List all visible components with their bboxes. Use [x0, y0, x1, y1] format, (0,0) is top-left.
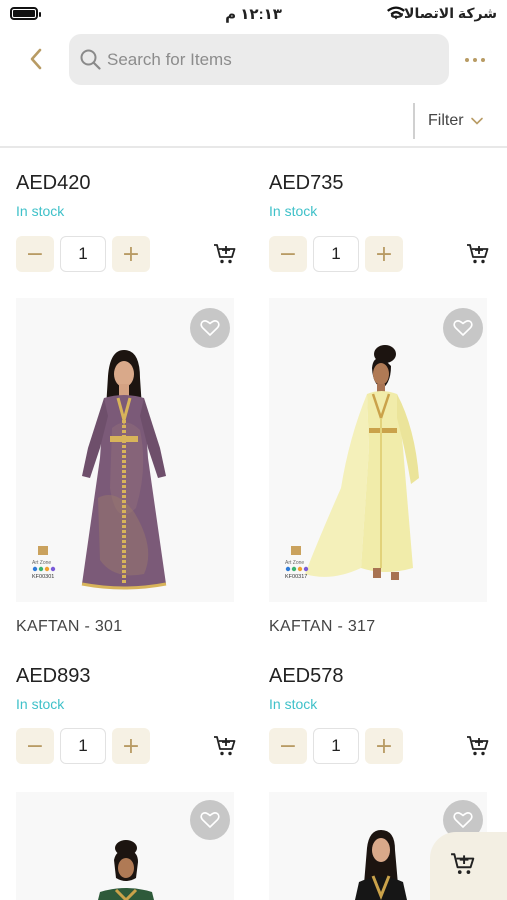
add-to-cart-icon[interactable]	[466, 735, 490, 757]
cart-icon	[451, 853, 475, 874]
decrease-button[interactable]: −	[16, 236, 54, 272]
stock-status: In stock	[16, 203, 65, 219]
heart-icon	[200, 320, 220, 336]
image-code-text: KF00301	[32, 574, 54, 580]
add-to-cart-icon[interactable]	[213, 243, 237, 265]
product-price: AED578	[269, 665, 344, 687]
product-card[interactable]: AED735 In stock − 1 +	[261, 150, 501, 290]
add-to-cart-icon[interactable]	[466, 243, 490, 265]
stock-status: In stock	[269, 203, 318, 219]
image-code-text: KF00317	[285, 574, 307, 580]
more-options-button[interactable]	[460, 52, 490, 68]
quantity-stepper: − 1 +	[269, 236, 403, 272]
search-input[interactable]	[107, 34, 437, 85]
carrier-name: شركة الاتصالات	[389, 5, 497, 21]
back-button[interactable]	[22, 44, 50, 74]
filter-bar: Filter	[0, 100, 507, 148]
chevron-down-icon	[470, 117, 483, 125]
quantity-stepper: − 1 +	[16, 236, 150, 272]
product-price: AED420	[16, 172, 91, 194]
decrease-button[interactable]: −	[16, 728, 54, 764]
quantity-value[interactable]: 1	[60, 728, 106, 764]
filter-label: Filter	[428, 112, 464, 129]
favorite-button[interactable]	[443, 308, 483, 348]
increase-button[interactable]: +	[112, 728, 150, 764]
increase-button[interactable]: +	[365, 728, 403, 764]
product-card[interactable]	[8, 792, 248, 900]
quantity-stepper: − 1 +	[269, 728, 403, 764]
product-card[interactable]: Art Zone KF00301 KAFTAN - 301 AED893 In …	[8, 298, 248, 788]
product-name[interactable]: KAFTAN - 301	[16, 618, 122, 636]
stock-status: In stock	[269, 696, 318, 712]
svg-text:Art Zone: Art Zone	[32, 560, 51, 566]
quantity-value[interactable]: 1	[313, 236, 359, 272]
floating-cart-button[interactable]	[430, 832, 507, 900]
add-to-cart-icon[interactable]	[213, 735, 237, 757]
favorite-button[interactable]	[190, 308, 230, 348]
increase-button[interactable]: +	[365, 236, 403, 272]
stock-status: In stock	[16, 696, 65, 712]
quantity-value[interactable]: 1	[60, 236, 106, 272]
filter-button[interactable]: Filter	[428, 108, 484, 134]
product-name[interactable]: KAFTAN - 317	[269, 618, 375, 636]
quantity-stepper: − 1 +	[16, 728, 150, 764]
filter-divider	[413, 103, 415, 139]
search-icon	[80, 49, 101, 70]
product-card[interactable]: AED420 In stock − 1 +	[8, 150, 248, 290]
favorite-button[interactable]	[190, 800, 230, 840]
decrease-button[interactable]: −	[269, 236, 307, 272]
heart-icon	[200, 812, 220, 828]
more-dots-icon	[465, 58, 485, 62]
product-price: AED893	[16, 665, 91, 687]
product-card[interactable]: Art Zone KF00317 KAFTAN - 317 AED578 In …	[261, 298, 501, 788]
product-list-screen: ١٢:١٣ م شركة الاتصالات Filter	[0, 0, 507, 900]
chevron-left-icon	[30, 48, 42, 70]
product-price: AED735	[269, 172, 344, 194]
heart-icon	[453, 812, 473, 828]
decrease-button[interactable]: −	[269, 728, 307, 764]
search-bar[interactable]	[69, 34, 449, 85]
increase-button[interactable]: +	[112, 236, 150, 272]
heart-icon	[453, 320, 473, 336]
quantity-value[interactable]: 1	[313, 728, 359, 764]
status-bar: ١٢:١٣ م شركة الاتصالات	[0, 0, 507, 28]
svg-text:Art Zone: Art Zone	[285, 560, 304, 566]
